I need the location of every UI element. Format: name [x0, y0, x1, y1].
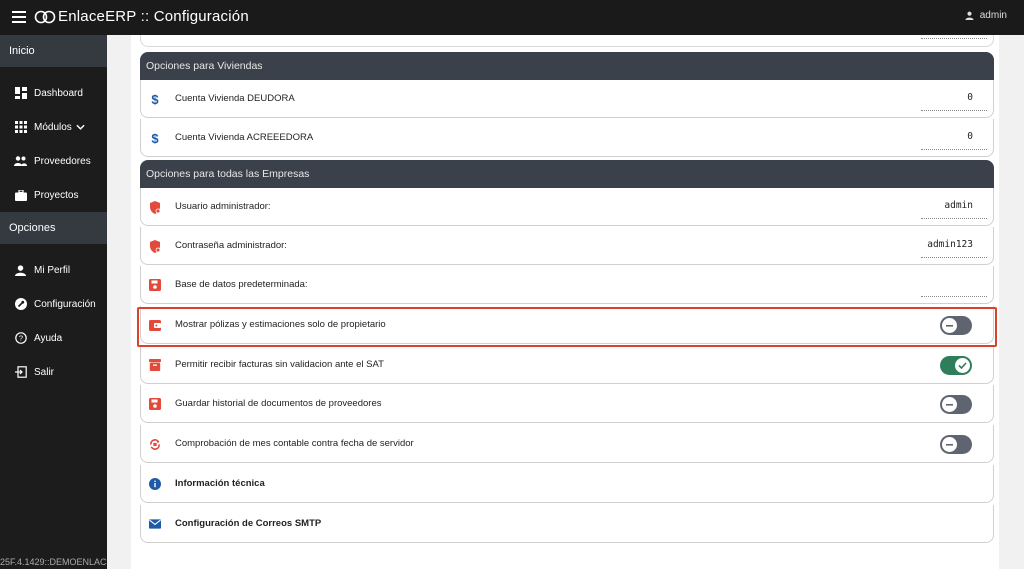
row-label: Información técnica [175, 478, 265, 489]
wallet-icon [149, 318, 161, 332]
row-mostrar-polizas: Mostrar pólizas y estimaciones solo de p… [140, 306, 994, 344]
permitir-facturas-toggle[interactable] [940, 356, 972, 375]
row-usuario-administrador: Usuario administrador: [140, 188, 994, 226]
user-icon [965, 11, 974, 20]
row-label: Comprobación de mes contable contra fech… [175, 438, 414, 449]
logo-icon [34, 10, 56, 24]
sidebar-item-label: Dashboard [34, 87, 83, 99]
sync-calendar-icon [149, 437, 161, 451]
save-icon [149, 278, 161, 292]
chevron-down-icon [76, 124, 85, 130]
row-label: Cuenta Vivienda DEUDORA [175, 93, 295, 104]
sidebar-section-inicio[interactable]: Inicio [0, 35, 107, 67]
guardar-historial-toggle[interactable] [940, 395, 972, 414]
row-label: Configuración de Correos SMTP [175, 518, 322, 529]
row-correos-smtp[interactable]: Configuración de Correos SMTP [140, 505, 994, 543]
toggle-knob [942, 318, 957, 333]
section-header-empresas: Opciones para todas las Empresas [140, 160, 994, 188]
row-guardar-historial: Guardar historial de documentos de prove… [140, 385, 994, 423]
row-label: Mostrar pólizas y estimaciones solo de p… [175, 319, 386, 330]
svg-text:$: $ [151, 92, 159, 106]
person-icon [14, 264, 27, 277]
usuario-administrador-input[interactable] [921, 193, 987, 219]
svg-text:?: ? [18, 334, 22, 343]
sidebar-item-label: Mi Perfil [34, 264, 71, 276]
grid-icon [14, 121, 27, 134]
row-informacion-tecnica[interactable]: Información técnica [140, 465, 994, 503]
mostrar-polizas-toggle[interactable] [940, 316, 972, 335]
row-label: Permitir recibir facturas sin validacion… [175, 359, 384, 370]
minus-icon [946, 324, 953, 327]
briefcase-icon [14, 189, 27, 202]
inbox-icon [149, 358, 161, 372]
check-icon [958, 362, 967, 369]
menu-icon[interactable] [12, 11, 26, 23]
help-icon: ? [14, 332, 27, 345]
sidebar-item-salir[interactable]: Salir [0, 358, 107, 386]
sidebar-item-label: Módulos [34, 121, 72, 133]
top-bar: EnlaceERP :: Configuración admin [0, 0, 1024, 35]
user-name: admin [979, 10, 1007, 21]
sidebar-section-opciones[interactable]: Opciones [0, 212, 107, 244]
shield-user-icon [149, 200, 161, 214]
sidebar-item-configuracion[interactable]: Configuración [0, 290, 107, 318]
version-label: 25F.4.1429::DEMOENLACE [0, 557, 107, 567]
row-label: Base de datos predeterminada: [175, 279, 308, 290]
row-cuenta-acreedora: $ Cuenta Vivienda ACREEEDORA [140, 119, 994, 157]
row-cuenta-deudora: $ Cuenta Vivienda DEUDORA [140, 80, 994, 118]
minus-icon [946, 403, 953, 406]
user-menu[interactable]: admin [965, 10, 1007, 21]
sidebar-item-proveedores[interactable]: Proveedores [0, 147, 107, 175]
people-icon [14, 155, 27, 168]
row-base-datos: Base de datos predeterminada: [140, 266, 994, 304]
minus-icon [946, 443, 953, 446]
svg-text:$: $ [151, 131, 159, 145]
section-header-viviendas: Opciones para Viviendas [140, 52, 994, 80]
app-title: EnlaceERP :: Configuración [58, 8, 249, 25]
main-content: Opciones para Viviendas $ Cuenta Viviend… [107, 35, 1024, 569]
info-icon [149, 477, 161, 491]
contrasena-administrador-input[interactable] [921, 232, 987, 258]
mail-icon [149, 517, 161, 531]
row-mes-contable: Comprobación de mes contable contra fech… [140, 425, 994, 463]
toggle-knob [955, 358, 970, 373]
toggle-knob [942, 397, 957, 412]
base-datos-input[interactable] [921, 271, 987, 297]
wrench-icon [14, 298, 27, 311]
sidebar-item-mi-perfil[interactable]: Mi Perfil [0, 256, 107, 284]
row-label: Contraseña administrador: [175, 240, 287, 251]
sidebar: Inicio Dashboard Módulos Proveedores Pro… [0, 35, 107, 569]
row-label: Usuario administrador: [175, 201, 271, 212]
previous-card-edge [140, 35, 994, 47]
row-label: Guardar historial de documentos de prove… [175, 398, 382, 409]
sidebar-item-label: Proveedores [34, 155, 91, 167]
dashboard-icon [14, 87, 27, 100]
sidebar-item-ayuda[interactable]: ? Ayuda [0, 324, 107, 352]
row-permitir-facturas: Permitir recibir facturas sin validacion… [140, 346, 994, 384]
sidebar-item-modulos[interactable]: Módulos [0, 113, 107, 141]
sidebar-item-proyectos[interactable]: Proyectos [0, 181, 107, 209]
logout-icon [14, 366, 27, 379]
row-contrasena-administrador: Contraseña administrador: [140, 227, 994, 265]
dollar-icon: $ [149, 131, 161, 145]
mes-contable-toggle[interactable] [940, 435, 972, 454]
sidebar-item-label: Proyectos [34, 189, 79, 201]
cuenta-deudora-input[interactable] [921, 85, 987, 111]
row-label: Cuenta Vivienda ACREEEDORA [175, 132, 314, 143]
save-icon [149, 397, 161, 411]
shield-lock-icon [149, 239, 161, 253]
sidebar-item-label: Configuración [34, 298, 96, 310]
sidebar-item-dashboard[interactable]: Dashboard [0, 79, 107, 107]
sidebar-item-label: Ayuda [34, 332, 63, 344]
cuenta-acreedora-input[interactable] [921, 124, 987, 150]
dollar-icon: $ [149, 92, 161, 106]
sidebar-item-label: Salir [34, 366, 55, 378]
toggle-knob [942, 437, 957, 452]
